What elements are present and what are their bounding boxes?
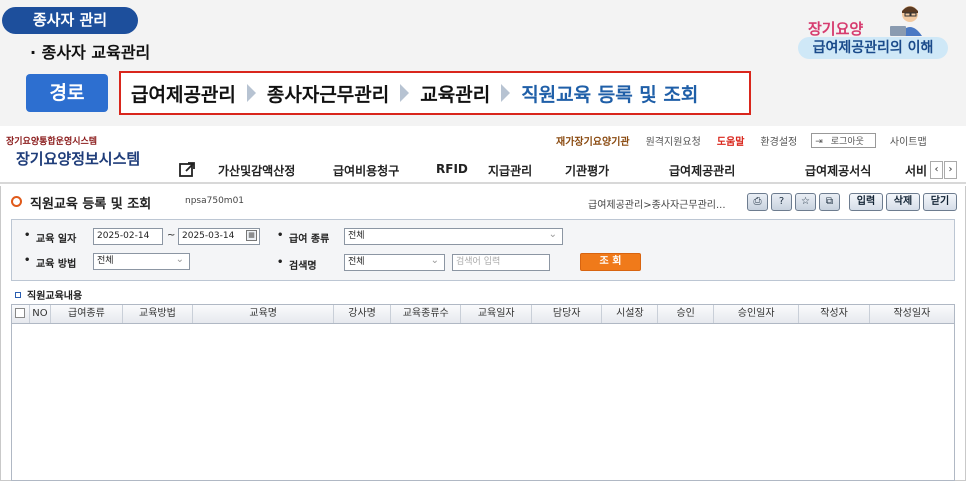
- edu-date-label: 교육 일자: [36, 234, 77, 245]
- menu-prev-button[interactable]: ‹: [930, 161, 943, 179]
- date-from-input[interactable]: 2025-02-14: [93, 228, 163, 245]
- route-step: 종사자근무관리: [266, 83, 390, 106]
- keyword-placeholder: 검색어 입력: [456, 257, 501, 267]
- system-name[interactable]: 장기요양정보시스템: [16, 148, 140, 169]
- column-header[interactable]: 교육방법: [123, 305, 194, 323]
- edu-method-select[interactable]: 전체: [93, 253, 190, 270]
- settings-link[interactable]: 환경설정: [752, 133, 805, 148]
- institution-link[interactable]: 재가장기요양기관: [548, 133, 638, 148]
- menu-item[interactable]: 지급관리: [488, 162, 532, 179]
- column-header[interactable]: 작성일자: [870, 305, 954, 323]
- section-pill: 종사자 관리: [2, 7, 138, 34]
- title-bullet-icon: [11, 196, 22, 207]
- bullet-dot-icon: •: [24, 230, 31, 241]
- external-link-icon[interactable]: [178, 161, 196, 179]
- route-path: 급여제공관리 종사자근무관리 교육관리 직원교육 등록 및 조회: [119, 71, 751, 115]
- column-header[interactable]: 승인일자: [714, 305, 800, 323]
- column-header[interactable]: 담당자: [532, 305, 603, 323]
- bullet-dot-icon: •: [277, 230, 284, 241]
- lecture-topic-badge: 급여제공관리의 이해: [798, 37, 948, 59]
- section-title: 직원교육내용: [27, 291, 83, 302]
- query-button[interactable]: 조 회: [580, 253, 641, 271]
- system-subtitle: 장기요양통합운영시스템: [6, 137, 98, 147]
- education-grid[interactable]: [11, 304, 955, 481]
- close-button[interactable]: 닫기: [923, 193, 957, 211]
- menu-item[interactable]: 급여비용청구: [333, 162, 399, 179]
- menu-item[interactable]: 서비: [905, 162, 929, 179]
- column-header[interactable]: 교육명: [193, 305, 335, 323]
- bullet-dot-icon: •: [24, 255, 31, 266]
- keyword-label: 검색명: [289, 261, 317, 272]
- favorite-star-icon[interactable]: ☆: [795, 193, 816, 211]
- column-header[interactable]: 강사명: [334, 305, 391, 323]
- route-arrow-icon: [400, 84, 410, 102]
- remote-support-link[interactable]: 원격지원요청: [638, 133, 709, 148]
- calendar-icon[interactable]: ▦: [246, 230, 257, 241]
- keyword-input[interactable]: 검색어 입력: [452, 254, 550, 271]
- grid-header: NO 급여종류 교육방법 교육명 강사명 교육종류수 교육일자 담당자 시설장 …: [12, 305, 954, 324]
- edu-method-value: 전체: [97, 256, 114, 266]
- logout-button[interactable]: ⇥ 로그아웃: [811, 133, 876, 148]
- input-button[interactable]: 입력: [849, 193, 883, 211]
- lecture-subtitle: · 종사자 교육관리: [30, 43, 151, 62]
- menu-item[interactable]: RFID: [436, 162, 468, 176]
- breadcrumb: 급여제공관리>종사자근무관리...: [588, 200, 726, 211]
- route-arrow-icon: [501, 84, 511, 102]
- help-icon[interactable]: ?: [771, 193, 792, 211]
- route-step-current: 직원교육 등록 및 조회: [521, 83, 699, 106]
- column-header[interactable]: NO: [30, 305, 52, 323]
- top-links: 재가장기요양기관 원격지원요청 도움말 환경설정 ⇥ 로그아웃 사이트맵: [548, 133, 935, 148]
- column-header[interactable]: 급여종류: [51, 305, 123, 323]
- edu-method-label: 교육 방법: [36, 259, 77, 270]
- presenter-avatar-icon: [890, 6, 922, 36]
- column-header[interactable]: 승인: [658, 305, 715, 323]
- logout-label: 로그아웃: [830, 137, 864, 147]
- route-arrow-icon: [246, 84, 256, 102]
- keyword-type-value: 전체: [348, 257, 365, 267]
- keyword-type-select[interactable]: 전체: [344, 254, 445, 271]
- route-label: 경로: [26, 74, 108, 112]
- column-header[interactable]: 교육일자: [461, 305, 532, 323]
- bullet-dot-icon: •: [277, 257, 284, 268]
- delete-button[interactable]: 삭제: [886, 193, 920, 211]
- print-icon[interactable]: ⎙: [747, 193, 768, 211]
- popup-icon[interactable]: ⧉: [819, 193, 840, 211]
- menu-item[interactable]: 급여제공서식: [805, 162, 871, 179]
- help-link[interactable]: 도움말: [709, 133, 753, 148]
- benefit-type-select[interactable]: 전체: [344, 228, 563, 245]
- menu-item[interactable]: 가산및감액산정: [218, 162, 295, 179]
- screen-code: npsa750m01: [185, 196, 245, 206]
- screen-title: 직원교육 등록 및 조회: [30, 197, 152, 212]
- menu-next-button[interactable]: ›: [944, 161, 957, 179]
- column-header[interactable]: 작성자: [799, 305, 870, 323]
- benefit-type-value: 전체: [348, 231, 365, 241]
- benefit-type-label: 급여 종류: [289, 234, 330, 245]
- section-square-icon: [15, 292, 21, 298]
- lecture-logo-text: 장기요양: [808, 20, 864, 38]
- sitemap-link[interactable]: 사이트맵: [882, 133, 935, 148]
- date-to-value: 2025-03-14: [182, 231, 235, 241]
- menu-item[interactable]: 기관평가: [565, 162, 609, 179]
- column-header[interactable]: 시설장: [602, 305, 659, 323]
- route-step: 급여제공관리: [131, 83, 236, 106]
- route-step: 교육관리: [420, 83, 491, 106]
- date-range-tilde: ~: [167, 230, 176, 241]
- column-header[interactable]: 교육종류수: [391, 305, 462, 323]
- select-all-checkbox[interactable]: [15, 308, 26, 318]
- menu-item[interactable]: 급여제공관리: [669, 162, 735, 179]
- select-all-checkbox-cell[interactable]: [12, 305, 30, 323]
